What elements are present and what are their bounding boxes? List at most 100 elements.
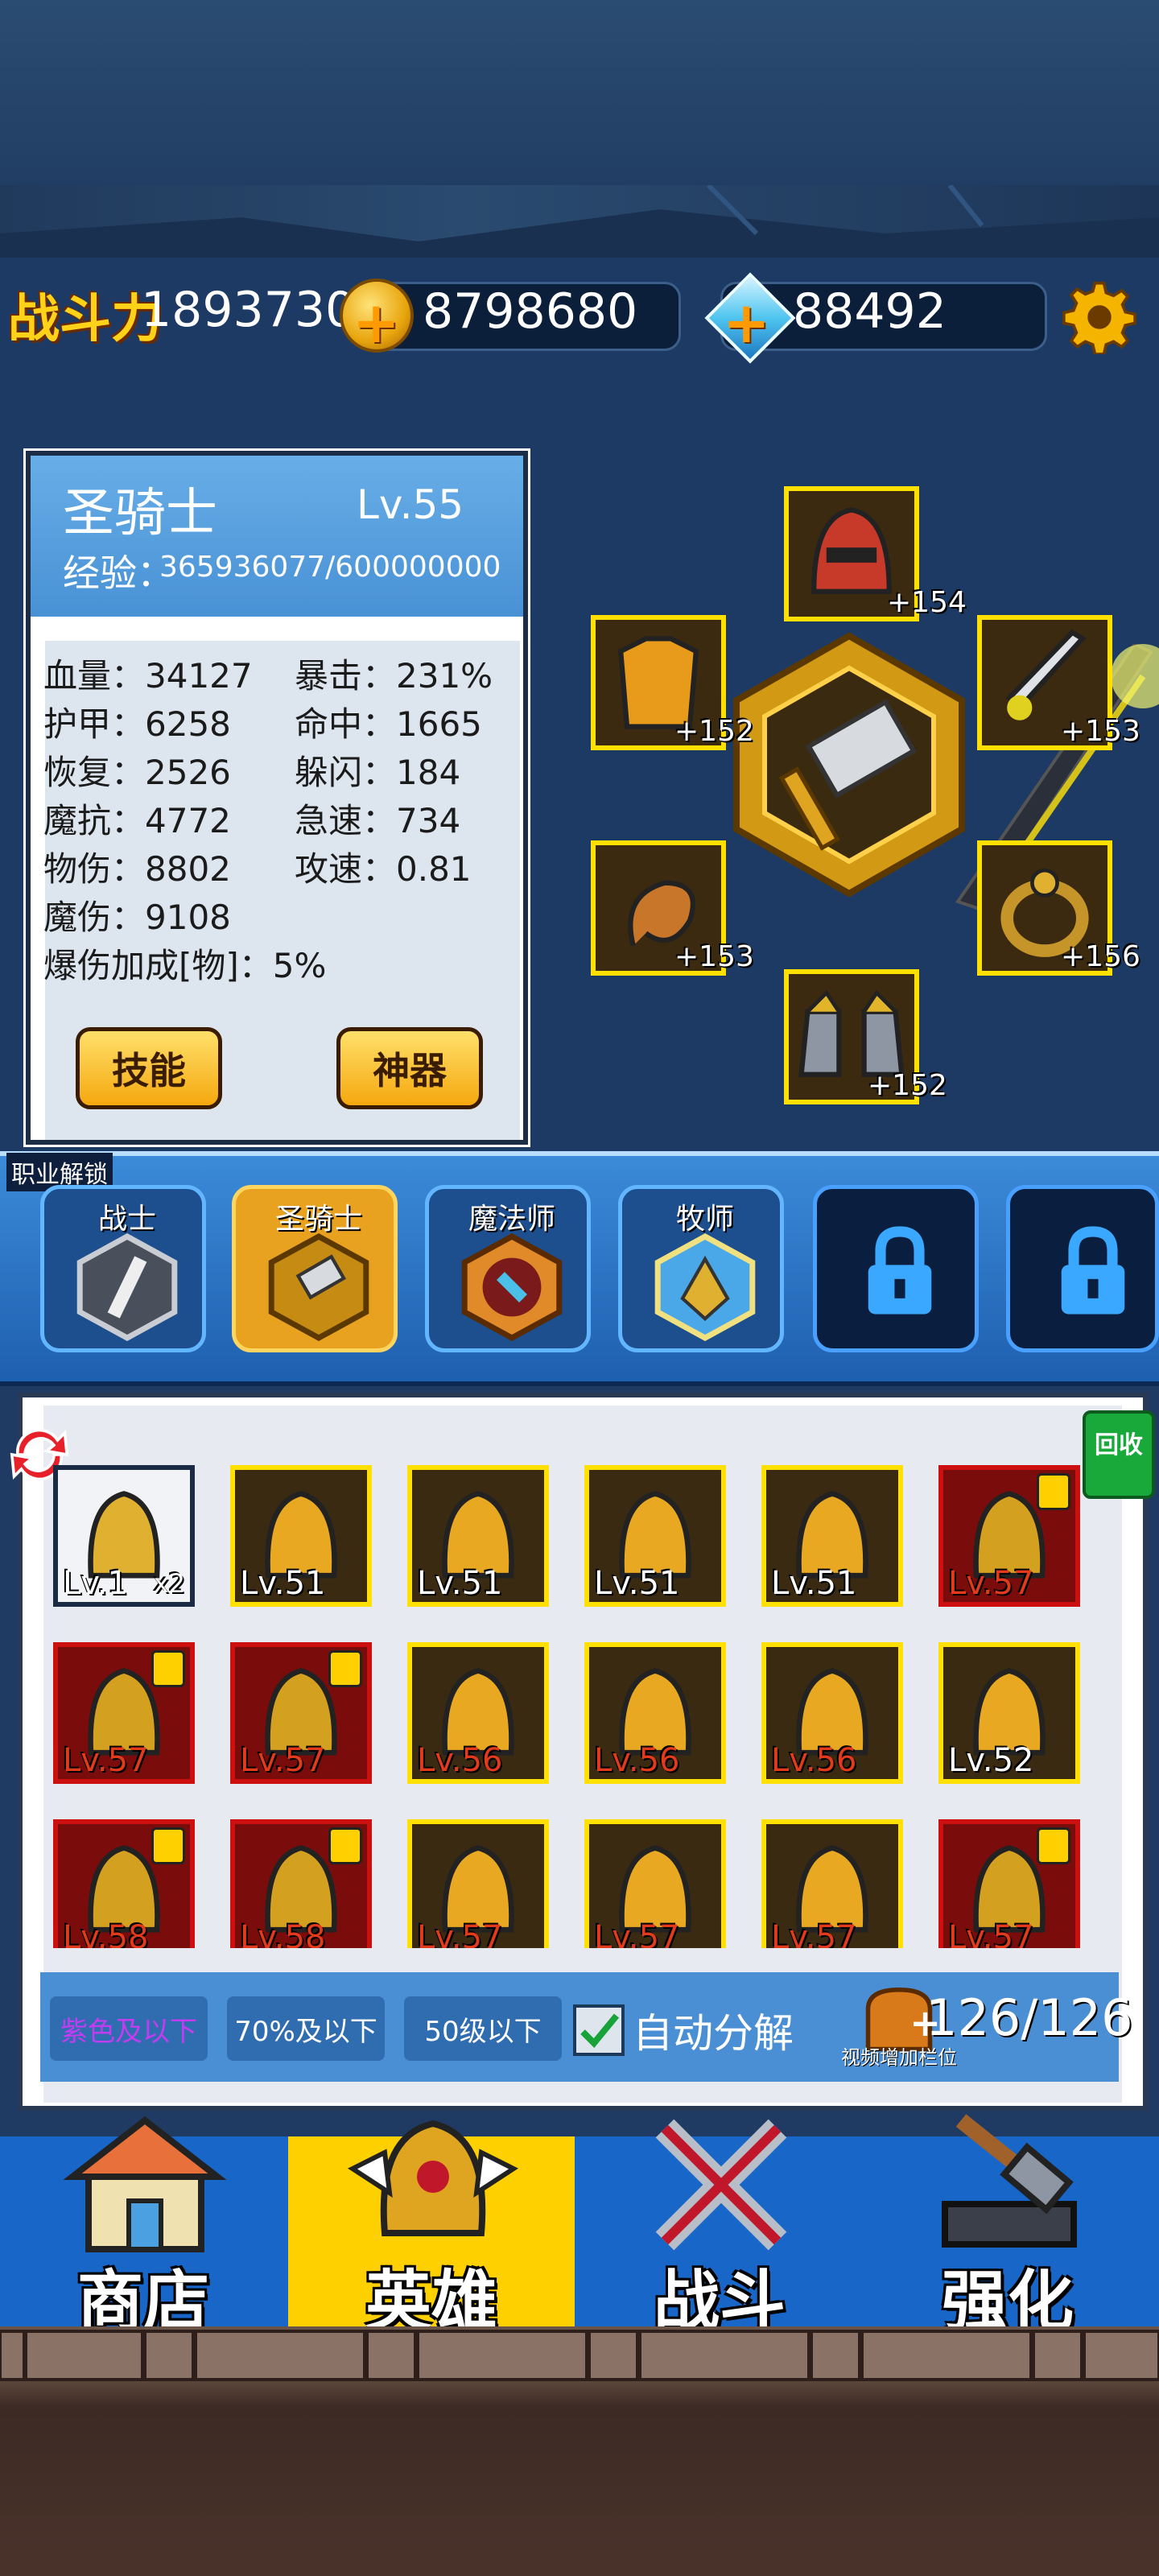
item-count: x2 bbox=[153, 1568, 185, 1599]
inventory-item[interactable]: Lv.57 bbox=[938, 1465, 1080, 1607]
inventory-grid: Lv.1 x2 Lv.51 Lv.51 Lv.51 Lv.51 Lv.57 Lv.57 Lv.5… bbox=[53, 1465, 1099, 1948]
inventory-item[interactable]: Lv.1 x2 bbox=[53, 1465, 195, 1607]
ring-upgrade-level: +156 bbox=[1061, 940, 1140, 973]
filter-percent-button[interactable]: 70%及以下 bbox=[227, 1996, 385, 2061]
item-level: Lv.57 bbox=[240, 1742, 326, 1779]
inventory-item[interactable]: Lv.57 bbox=[407, 1819, 549, 1948]
stat-crit: 暴击：231% bbox=[295, 656, 493, 696]
stone-ground bbox=[0, 2326, 1159, 2576]
shop-house-icon bbox=[63, 2116, 227, 2252]
inventory-item[interactable]: Lv.57 bbox=[53, 1642, 195, 1784]
item-level: Lv.57 bbox=[63, 1742, 149, 1779]
stat-armor: 护甲：6258 bbox=[43, 704, 231, 744]
exp-label: 经验： bbox=[63, 551, 174, 595]
item-level: Lv.56 bbox=[594, 1742, 680, 1779]
stat-attack-speed: 攻速：0.81 bbox=[295, 849, 472, 889]
stat-hit: 命中：1665 bbox=[295, 704, 482, 744]
gold-value: 8798680 bbox=[423, 283, 638, 340]
paladin-emblem-icon bbox=[268, 1233, 369, 1341]
item-level: Lv.57 bbox=[948, 1919, 1034, 1948]
inventory-item[interactable]: Lv.58 bbox=[53, 1819, 195, 1948]
hero-info-card: 圣骑士 Lv.55 经验： 365936077/600000000 血量：341… bbox=[26, 451, 528, 1145]
tab-warrior[interactable]: 战士 bbox=[40, 1185, 206, 1352]
stat-regen: 恢复：2526 bbox=[43, 753, 231, 792]
mage-emblem-icon bbox=[461, 1233, 563, 1341]
stat-crit-damage: 爆伤加成[物]：5% bbox=[43, 946, 327, 985]
tab-mage[interactable]: 魔法师 bbox=[425, 1185, 591, 1352]
stone-ledge bbox=[0, 185, 1159, 266]
stat-magic-resist: 魔抗：4772 bbox=[43, 801, 231, 840]
checkmark-icon bbox=[580, 2013, 620, 2048]
priest-emblem-icon bbox=[654, 1233, 756, 1341]
item-level: Lv.52 bbox=[948, 1742, 1034, 1779]
settings-gear-icon[interactable] bbox=[1062, 280, 1136, 354]
item-level: Lv.57 bbox=[417, 1919, 503, 1948]
inventory-capacity: 126/126 bbox=[926, 1988, 1133, 2047]
stat-phys-damage: 物伤：8802 bbox=[43, 849, 231, 889]
forge-hammer-icon bbox=[942, 2114, 1077, 2248]
inventory-item[interactable]: Lv.52 bbox=[938, 1642, 1080, 1784]
equip-slot-ring[interactable]: +156 bbox=[977, 840, 1140, 976]
item-lock-icon bbox=[151, 1827, 185, 1864]
inventory-item[interactable]: Lv.51 bbox=[407, 1465, 549, 1607]
equip-slot-armor[interactable]: +152 bbox=[591, 615, 754, 750]
item-lock-icon bbox=[328, 1827, 362, 1864]
equip-slot-boots[interactable]: +152 bbox=[784, 969, 947, 1104]
inventory-item[interactable]: Lv.57 bbox=[938, 1819, 1080, 1948]
auto-decompose-label: 自动分解 bbox=[633, 2010, 794, 2057]
recycle-label: 回收 bbox=[1095, 1431, 1143, 1459]
item-level: Lv.57 bbox=[948, 1565, 1034, 1602]
warrior-emblem-icon bbox=[76, 1233, 178, 1341]
inventory-item[interactable]: Lv.57 bbox=[761, 1819, 903, 1948]
crossed-swords-icon bbox=[655, 2119, 787, 2251]
inventory-item[interactable]: Lv.57 bbox=[230, 1642, 372, 1784]
equip-slot-amulet[interactable]: +153 bbox=[591, 840, 754, 976]
tab-paladin[interactable]: 圣骑士 bbox=[232, 1185, 398, 1352]
item-lock-icon bbox=[328, 1650, 362, 1687]
hero-helmet-icon bbox=[347, 2120, 519, 2236]
stat-hp: 血量：34127 bbox=[43, 656, 253, 696]
tab-priest[interactable]: 牧师 bbox=[618, 1185, 784, 1352]
item-level: Lv.57 bbox=[771, 1919, 857, 1948]
auto-decompose-checkbox[interactable] bbox=[573, 2004, 625, 2056]
inventory-item[interactable]: Lv.58 bbox=[230, 1819, 372, 1948]
nav-upgrade[interactable]: 强化 bbox=[864, 2114, 1159, 2340]
add-gem-icon[interactable]: + bbox=[723, 290, 770, 356]
boots-upgrade-level: +152 bbox=[868, 1069, 947, 1102]
tab-locked-1[interactable] bbox=[813, 1185, 979, 1352]
inventory-item[interactable]: Lv.51 bbox=[230, 1465, 372, 1607]
inventory-item[interactable]: Lv.56 bbox=[584, 1642, 726, 1784]
sword-upgrade-level: +153 bbox=[1061, 715, 1140, 748]
inventory-item[interactable]: Lv.57 bbox=[584, 1819, 726, 1948]
inventory-item[interactable]: Lv.56 bbox=[761, 1642, 903, 1784]
filter-level-button[interactable]: 50级以下 bbox=[404, 1996, 562, 2061]
nav-shop[interactable]: 商店 bbox=[0, 2116, 287, 2340]
inventory-item[interactable]: Lv.56 bbox=[407, 1642, 549, 1784]
item-level: Lv.51 bbox=[771, 1565, 857, 1602]
inventory-item[interactable]: Lv.51 bbox=[584, 1465, 726, 1607]
item-level: Lv.51 bbox=[594, 1565, 680, 1602]
artifact-button[interactable]: 神器 bbox=[336, 1027, 483, 1109]
item-lock-icon bbox=[1037, 1473, 1070, 1510]
stat-dodge: 躲闪：184 bbox=[295, 753, 461, 792]
add-gold-icon[interactable]: + bbox=[353, 290, 400, 356]
equip-slot-helmet[interactable]: +154 bbox=[784, 486, 967, 621]
item-lock-icon bbox=[1037, 1827, 1070, 1864]
item-level: Lv.56 bbox=[417, 1742, 503, 1779]
filter-rarity-button[interactable]: 紫色及以下 bbox=[50, 1996, 208, 2061]
gem-value: 88492 bbox=[793, 283, 947, 340]
item-level: Lv.58 bbox=[240, 1919, 326, 1948]
stat-haste: 急速：734 bbox=[295, 801, 461, 840]
power-label: 战斗力 bbox=[8, 290, 163, 349]
class-emblem-hammer-icon bbox=[733, 632, 965, 898]
nav-battle[interactable]: 战斗 bbox=[576, 2119, 863, 2340]
armor-upgrade-level: +152 bbox=[674, 715, 754, 748]
tab-locked-2[interactable] bbox=[1006, 1185, 1159, 1352]
equip-slot-weapon[interactable]: +153 bbox=[977, 615, 1140, 750]
item-level: Lv.51 bbox=[417, 1565, 503, 1602]
item-level: Lv.58 bbox=[63, 1919, 149, 1948]
item-level: Lv.56 bbox=[771, 1742, 857, 1779]
skill-button[interactable]: 技能 bbox=[76, 1027, 222, 1109]
inventory-item[interactable]: Lv.51 bbox=[761, 1465, 903, 1607]
nav-hero[interactable]: 英雄 bbox=[288, 2120, 575, 2340]
